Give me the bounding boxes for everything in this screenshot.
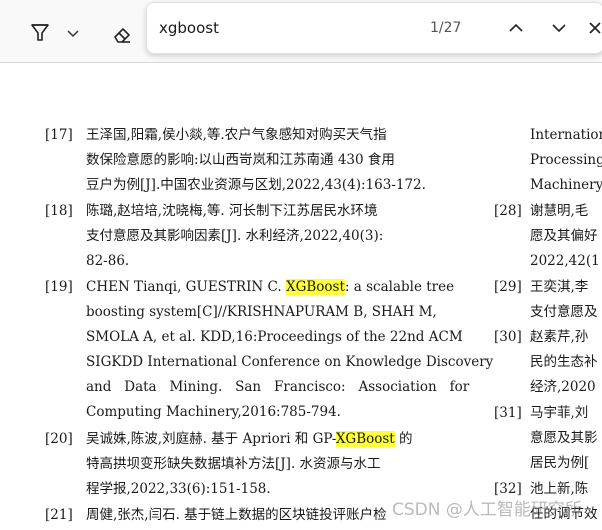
chevron-down-icon[interactable]: [64, 24, 82, 42]
close-icon: [589, 22, 601, 34]
reference-number: [18]: [45, 203, 73, 219]
reference-line: CHEN Tianqi, GUESTRIN C. XGBoost: a scal…: [86, 275, 454, 300]
search-highlight[interactable]: XGBoost: [285, 279, 345, 295]
reference-line: 居民为例[: [530, 455, 590, 471]
reference-text: 吴诚姝,陈波,刘庭赫. 基于 Apriori 和 GP-: [86, 431, 336, 447]
reference-line: 豆户为例[J].中国农业资源与区划,2022,43(4):163-172.: [86, 177, 426, 193]
reference-line: 程学报,2022,33(6):151-158.: [86, 481, 271, 497]
reference-line: Machinery,: [530, 177, 602, 193]
reference-line: Computing Machinery,2016:785-794.: [86, 404, 341, 420]
reference-line: 谢慧明,毛: [530, 203, 589, 219]
reference-number: [19]: [45, 279, 73, 295]
reference-number: [17]: [45, 127, 73, 143]
watermark: CSDN @人工智能研究所: [392, 500, 582, 520]
reference-line: 民的生态补: [530, 354, 598, 370]
reference-number: [29]: [494, 279, 522, 295]
search-highlight[interactable]: XGBoost: [335, 431, 395, 447]
toolbar: 1/27: [0, 0, 602, 63]
pdf-page: [17] 王泽国,阳霜,侯小燚,等.农户气象感知对购买天气指 数保险意愿的影响:…: [0, 63, 602, 530]
reference-line: 陈璐,赵培培,沈晓梅,等. 河长制下江苏居民水环境: [86, 203, 378, 219]
reference-text: : a scalable tree: [344, 279, 455, 295]
find-next-button[interactable]: [546, 15, 572, 41]
highlighter-icon[interactable]: [26, 18, 54, 46]
find-input[interactable]: [159, 15, 409, 41]
reference-line: 支付意愿及: [530, 304, 598, 320]
find-previous-button[interactable]: [503, 15, 529, 41]
reference-line: 赵素芹,孙: [530, 329, 589, 345]
find-close-button[interactable]: [587, 15, 602, 41]
reference-text: 的: [394, 431, 413, 447]
reference-line: 经济,2020: [530, 379, 596, 395]
find-match-count: 1/27: [430, 20, 462, 36]
reference-line: 数保险意愿的影响:以山西岢岚和江苏南通 430 食用: [86, 152, 395, 168]
reference-number: [28]: [494, 203, 522, 219]
reference-line: 意愿及其影: [530, 430, 598, 446]
reference-line: 特高拱坝变形缺失数据填补方法[J]. 水资源与水工: [86, 456, 381, 472]
reference-line: 吴诚姝,陈波,刘庭赫. 基于 Apriori 和 GP-XGBoost 的: [86, 427, 413, 452]
chevron-down-icon: [552, 24, 566, 33]
reference-line: boosting system[C]//KRISHNAPURAM B, SHAH…: [86, 304, 437, 320]
find-bar: 1/27: [146, 2, 602, 54]
reference-line: 王奕淇,李: [530, 279, 589, 295]
reference-number: [20]: [45, 431, 73, 447]
reference-number: [31]: [494, 405, 522, 421]
reference-line: 2022,42(1: [530, 253, 600, 269]
reference-line: 支付意愿及其影响因素[J]. 水利经济,2022,40(3):: [86, 228, 384, 244]
reference-line: International: [530, 127, 602, 143]
reference-line: 马宇菲,刘: [530, 405, 589, 421]
reference-line: 82-86.: [86, 253, 130, 269]
reference-line: 愿及其偏好: [530, 228, 598, 244]
reference-line: SMOLA A, et al. KDD,16:Proceedings of th…: [86, 329, 463, 345]
reference-number: [21]: [45, 507, 73, 523]
reference-line: 周健,张杰,闫石. 基于链上数据的区块链投评账户检: [86, 507, 387, 523]
reference-line: 王泽国,阳霜,侯小燚,等.农户气象感知对购买天气指: [86, 127, 387, 143]
reference-text: CHEN Tianqi, GUESTRIN C.: [86, 279, 286, 295]
reference-line: SIGKDD International Conference on Knowl…: [86, 354, 494, 370]
reference-line: Processing.: [530, 152, 602, 168]
reference-line: and Data Mining. San Francisco: Associat…: [86, 379, 470, 395]
reference-number: [30]: [494, 329, 522, 345]
eraser-icon[interactable]: [108, 20, 136, 48]
chevron-up-icon: [509, 23, 523, 32]
